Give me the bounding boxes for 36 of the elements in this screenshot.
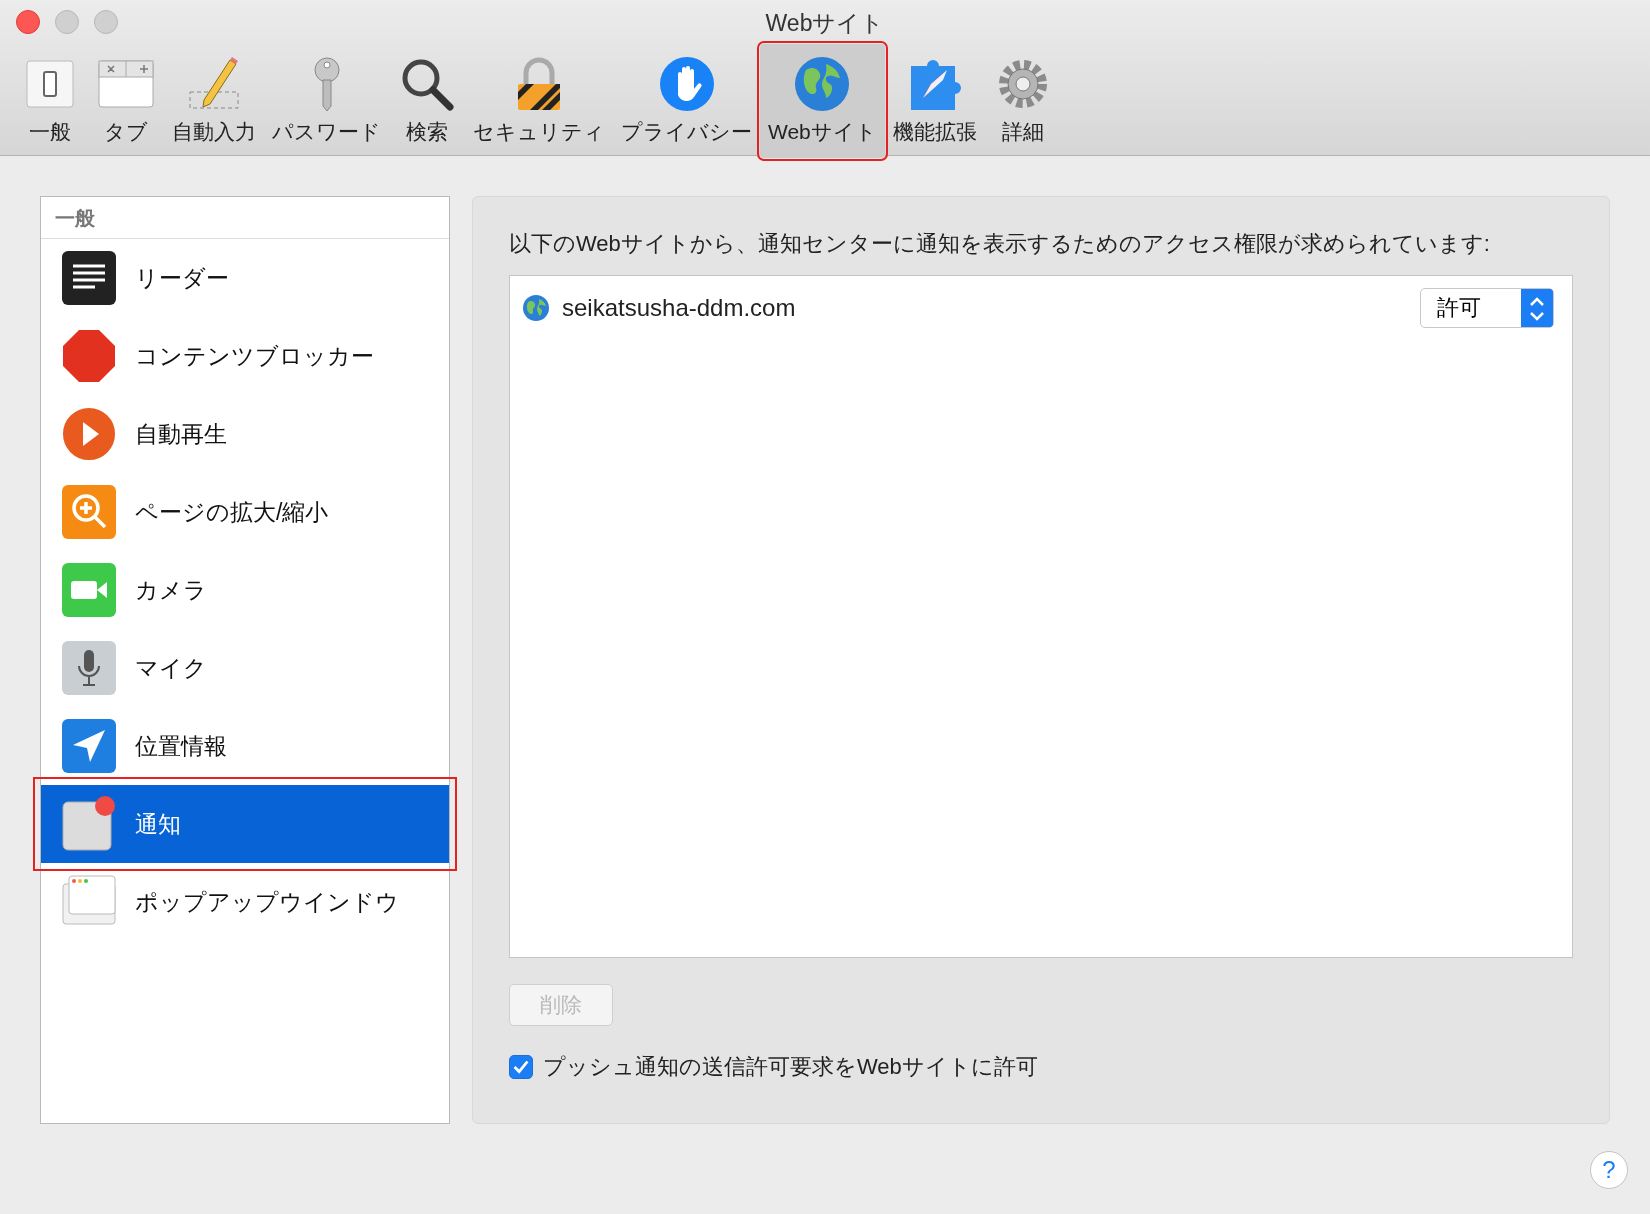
toolbar-tab[interactable]: タブ [88, 44, 164, 158]
sidebar-item[interactable]: 自動再生 [41, 395, 449, 473]
sidebar-item[interactable]: 位置情報 [41, 707, 449, 785]
sidebar-item[interactable]: ページの拡大/縮小 [41, 473, 449, 551]
sidebar-item[interactable]: ポップアップウインドウ [41, 863, 449, 941]
toolbar-tab[interactable]: 詳細 [984, 44, 1061, 158]
toolbar-tab[interactable]: パスワード [264, 44, 389, 158]
zoom-icon [61, 484, 117, 540]
toolbar-tab[interactable]: 一般 [12, 44, 88, 158]
toolbar-tab[interactable]: 自動入力 [164, 44, 264, 158]
sidebar-item[interactable]: カメラ [41, 551, 449, 629]
toolbar-tab[interactable]: 機能拡張 [884, 44, 985, 158]
sidebar-item[interactable]: コンテンツブロッカー [41, 317, 449, 395]
globe-icon [522, 294, 550, 322]
close-button[interactable] [16, 10, 40, 34]
description-text: 以下のWebサイトから、通知センターに通知を表示するためのアクセス権限が求められています: [509, 230, 1491, 258]
toolbar-tab[interactable]: プライバシー [613, 44, 760, 158]
website-domain: seikatsusha-ddm.com [562, 294, 797, 322]
notification-icon [61, 796, 117, 852]
microphone-icon [61, 640, 117, 696]
permission-dropdown[interactable]: 許可 [1420, 288, 1554, 328]
checkbox-label: プッシュ通知の送信許可要求をWebサイトに許可 [543, 1053, 1038, 1081]
help-button[interactable]: ? [1590, 1151, 1628, 1189]
sidebar-item[interactable]: 通知 [41, 785, 449, 863]
toolbar-tab[interactable]: Webサイト [760, 44, 885, 158]
reader-icon [61, 250, 117, 306]
video-camera-icon [61, 562, 117, 618]
window-title: Webサイト [765, 9, 885, 38]
toolbar-tab[interactable]: 検索 [389, 44, 465, 158]
play-icon [61, 406, 117, 462]
checkbox[interactable] [509, 1055, 533, 1079]
sidebar-item[interactable]: マイク [41, 629, 449, 707]
toolbar-tab[interactable]: セキュリティ [465, 44, 613, 158]
stop-octagon-icon [61, 328, 117, 384]
sidebar-item[interactable]: リーダー [41, 239, 449, 317]
sidebar-header: 一般 [41, 197, 449, 239]
